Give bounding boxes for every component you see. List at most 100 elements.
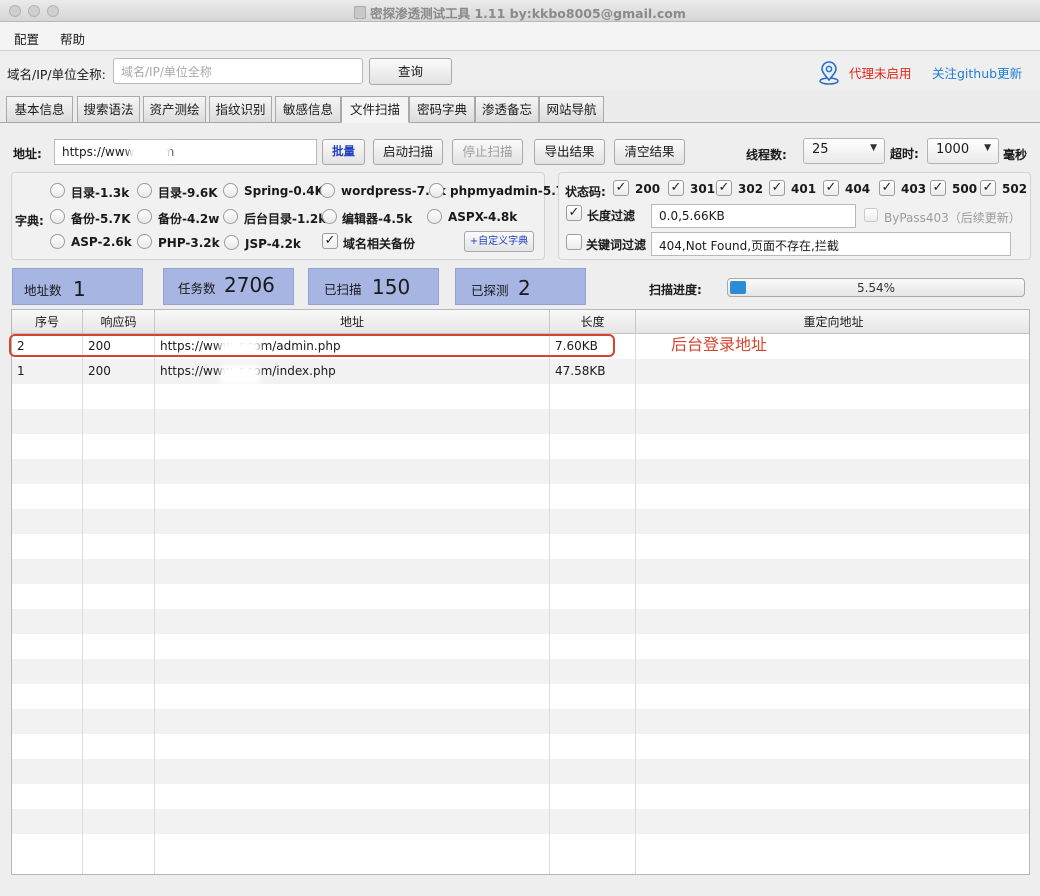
timeout-select[interactable]: 1000 ▼ <box>927 138 999 164</box>
address-count-card: 地址数 1 <box>12 268 143 305</box>
tab-file-scan[interactable]: 文件扫描 <box>341 96 409 123</box>
start-scan-button[interactable]: 启动扫描 <box>373 139 443 165</box>
dict-radio[interactable] <box>137 234 152 249</box>
tab-password-dict[interactable]: 密码字典 <box>409 96 475 123</box>
tab-site-nav[interactable]: 网站导航 <box>539 96 604 123</box>
dict-radio[interactable] <box>223 183 238 198</box>
tab-pentest-notes[interactable]: 渗透备忘 <box>475 96 539 123</box>
stop-scan-button[interactable]: 停止扫描 <box>452 139 523 165</box>
dict-radio[interactable] <box>50 209 65 224</box>
dict-radio[interactable] <box>427 209 442 224</box>
empty-table-row <box>12 634 1029 659</box>
dict-radio[interactable] <box>223 209 238 224</box>
timeout-unit: 毫秒 <box>1003 148 1028 162</box>
dict-option[interactable]: 域名相关备份 <box>343 235 415 252</box>
dict-option[interactable]: 编辑器-4.5k <box>342 210 412 227</box>
proxy-status[interactable]: 代理未启用 <box>849 63 912 82</box>
column-divider <box>154 334 155 874</box>
keyword-filter-input[interactable]: 404,Not Found,页面不存在,拦截 <box>651 232 1011 256</box>
table-header: 序号 响应码 地址 长度 重定向地址 <box>12 310 1029 334</box>
length-filter-checkbox[interactable]: ✓ <box>566 205 582 221</box>
column-divider <box>82 334 83 874</box>
status-checkbox[interactable]: ✓ <box>879 180 895 196</box>
status-code: 502 <box>1002 182 1028 196</box>
empty-table-row <box>12 559 1029 584</box>
export-results-button[interactable]: 导出结果 <box>534 139 605 165</box>
column-header-url[interactable]: 地址 <box>155 310 550 334</box>
threads-value: 25 <box>812 142 829 157</box>
address-input[interactable]: https://www. r.com <box>54 139 317 165</box>
dict-option[interactable]: ASPX-4.8k <box>448 210 517 224</box>
query-input[interactable]: 域名/IP/单位全称 <box>113 58 363 84</box>
query-placeholder: 域名/IP/单位全称 <box>121 65 212 79</box>
url-redaction <box>220 365 260 385</box>
address-count-value: 1 <box>73 277 86 301</box>
dict-option[interactable]: 备份-5.7K <box>71 210 131 227</box>
tab-basic-info[interactable]: 基本信息 <box>6 96 73 123</box>
column-header-length[interactable]: 长度 <box>550 310 636 334</box>
status-checkbox[interactable]: ✓ <box>769 180 785 196</box>
menu-config[interactable]: 配置 <box>14 29 39 48</box>
bypass403-label: ByPass403（后续更新） <box>884 211 1021 225</box>
status-checkbox[interactable]: ✓ <box>823 180 839 196</box>
column-header-code[interactable]: 响应码 <box>83 310 155 334</box>
query-button[interactable]: 查询 <box>369 58 452 85</box>
dict-option[interactable]: PHP-3.2k <box>158 236 220 250</box>
batch-button[interactable]: 批量 <box>322 139 365 165</box>
task-count-card: 任务数 2706 <box>163 268 294 305</box>
dict-option[interactable]: 目录-1.3k <box>71 184 129 201</box>
status-checkbox[interactable]: ✓ <box>613 180 629 196</box>
bypass403-checkbox <box>864 208 878 222</box>
query-bar: 域名/IP/单位全称: 域名/IP/单位全称 查询 代理未启用 关注github… <box>0 51 1040 91</box>
status-checkbox[interactable]: ✓ <box>668 180 684 196</box>
dict-radio[interactable] <box>137 209 152 224</box>
cell-code: 200 <box>88 364 111 378</box>
status-checkbox[interactable]: ✓ <box>716 180 732 196</box>
empty-table-row <box>12 709 1029 734</box>
custom-dict-button[interactable]: +自定义字典 <box>464 231 534 252</box>
status-code: 401 <box>791 182 817 196</box>
column-header-id[interactable]: 序号 <box>12 310 83 334</box>
dict-option[interactable]: Spring-0.4K <box>244 184 324 198</box>
clear-results-button[interactable]: 清空结果 <box>614 139 685 165</box>
dict-option[interactable]: ASP-2.6k <box>71 235 132 249</box>
status-code: 302 <box>738 182 764 196</box>
status-checkbox[interactable]: ✓ <box>980 180 996 196</box>
cell-id: 1 <box>17 364 25 378</box>
empty-table-row <box>12 484 1029 509</box>
dict-option[interactable]: phpmyadmin-5.7k <box>450 184 572 198</box>
status-code: 403 <box>901 182 927 196</box>
tab-sensitive-info[interactable]: 敏感信息 <box>275 96 341 123</box>
table-row[interactable]: 1 200 https://www. r.com/index.php 47.58… <box>12 359 1029 384</box>
dict-radio[interactable] <box>429 183 444 198</box>
length-filter-input[interactable]: 0.0,5.66KB <box>651 204 856 228</box>
dict-radio[interactable] <box>137 183 152 198</box>
dict-radio[interactable] <box>50 234 65 249</box>
threads-label: 线程数: <box>746 148 787 162</box>
dict-radio[interactable] <box>320 183 335 198</box>
threads-select[interactable]: 25 ▼ <box>803 138 885 164</box>
dict-option[interactable]: 备份-4.2w <box>158 210 219 227</box>
empty-table-row <box>12 584 1029 609</box>
cell-redirect <box>636 359 1029 384</box>
empty-table-row <box>12 834 1029 859</box>
tab-fingerprint[interactable]: 指纹识别 <box>209 96 272 123</box>
dict-radio[interactable] <box>322 209 337 224</box>
dict-checkbox[interactable]: ✓ <box>322 233 338 249</box>
github-link[interactable]: 关注github更新 <box>932 63 1022 82</box>
dict-option[interactable]: JSP-4.2k <box>245 237 301 251</box>
keyword-filter-checkbox[interactable] <box>566 234 582 250</box>
dict-option[interactable]: 目录-9.6K <box>158 184 218 201</box>
dict-radio[interactable] <box>224 235 239 250</box>
tab-search-syntax[interactable]: 搜索语法 <box>77 96 140 123</box>
empty-table-row <box>12 784 1029 809</box>
dict-radio[interactable] <box>50 183 65 198</box>
status-code: 200 <box>635 182 661 196</box>
status-code: 404 <box>845 182 871 196</box>
menu-help[interactable]: 帮助 <box>60 29 85 48</box>
status-checkbox[interactable]: ✓ <box>930 180 946 196</box>
address-redaction <box>129 143 171 161</box>
column-divider <box>635 334 636 874</box>
dict-option[interactable]: 后台目录-1.2k <box>244 210 326 227</box>
tab-asset-mapping[interactable]: 资产测绘 <box>143 96 206 123</box>
